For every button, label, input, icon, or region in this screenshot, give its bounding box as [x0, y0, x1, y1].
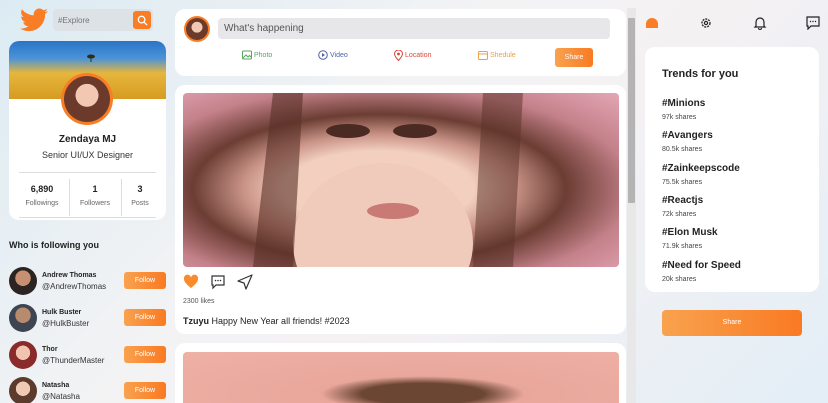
search-box	[53, 9, 153, 31]
trend-tag[interactable]: #Zainkeepscode	[662, 163, 740, 174]
follower-handle: @Natasha	[42, 392, 80, 401]
avatar[interactable]	[9, 304, 37, 332]
search-input[interactable]	[53, 9, 131, 31]
photo-label: Photo	[254, 51, 273, 59]
divider	[19, 217, 156, 218]
profile-name: Zendaya MJ	[58, 134, 117, 145]
trend-count: 75.5k shares	[662, 179, 703, 186]
stat-value: 6,890	[30, 184, 54, 194]
stat-label: Posts	[131, 200, 149, 207]
divider	[19, 172, 156, 173]
home-icon[interactable]	[645, 16, 659, 30]
comment-icon[interactable]	[210, 274, 226, 290]
photo-button[interactable]: Photo	[242, 50, 272, 60]
portrait-illustration	[253, 93, 523, 267]
avatar[interactable]	[9, 267, 37, 295]
send-icon[interactable]	[237, 274, 253, 290]
follow-button[interactable]: Follow	[124, 272, 166, 289]
post-image[interactable]	[183, 352, 619, 403]
schedule-button[interactable]: Shedule	[478, 50, 516, 60]
follower-name: Hulk Buster	[42, 309, 82, 316]
post-text: Happy New Year all friends! #2023	[211, 316, 350, 326]
trend-count: 80.5k shares	[662, 146, 703, 153]
profile-role: Senior UI/UX Designer	[41, 150, 134, 160]
video-button[interactable]: Video	[318, 50, 348, 60]
follower-name: Natasha	[42, 382, 70, 389]
profile-card: Zendaya MJ Senior UI/UX Designer 6,890 F…	[9, 41, 166, 220]
video-icon	[318, 50, 328, 60]
stat-label: Followers	[80, 200, 110, 207]
list-item: Natasha @Natasha Follow	[9, 377, 169, 403]
stat-followers[interactable]: 1 Followers	[70, 184, 120, 207]
avatar[interactable]	[9, 341, 37, 369]
location-icon	[394, 50, 403, 61]
followers-title: Who is following you	[9, 240, 99, 250]
stat-posts[interactable]: 3 Posts	[115, 184, 165, 207]
post-author[interactable]: Tzuyu	[183, 316, 209, 326]
compose-input[interactable]: What's happening	[218, 18, 610, 39]
trend-count: 71.9k shares	[662, 243, 703, 250]
scrollbar[interactable]	[627, 8, 636, 403]
list-item: Andrew Thomas @AndrewThomas Follow	[9, 267, 169, 295]
schedule-label: Shedule	[490, 51, 516, 59]
follower-name: Andrew Thomas	[42, 272, 97, 279]
trends-title: Trends for you	[662, 68, 739, 80]
calendar-icon	[478, 51, 488, 60]
search-icon	[137, 15, 148, 26]
bird-logo-icon[interactable]	[20, 8, 48, 32]
follower-name: Thor	[42, 346, 58, 353]
trend-tag[interactable]: #Minions	[662, 98, 705, 109]
trend-tag[interactable]: #Elon Musk	[662, 227, 718, 238]
tree-icon	[87, 54, 95, 62]
avatar[interactable]	[9, 377, 37, 403]
list-item: Thor @ThunderMaster Follow	[9, 341, 169, 369]
search-button[interactable]	[133, 11, 151, 29]
stat-label: Followings	[25, 200, 59, 207]
stat-followings[interactable]: 6,890 Followings	[17, 184, 67, 207]
trend-tag[interactable]: #Reactjs	[662, 195, 703, 206]
follower-handle: @AndrewThomas	[42, 282, 107, 291]
follow-button[interactable]: Follow	[124, 309, 166, 326]
scrollbar-thumb[interactable]	[628, 18, 635, 203]
bell-icon[interactable]	[753, 16, 767, 30]
follower-handle: @HulkBuster	[42, 319, 90, 328]
stat-value: 3	[137, 184, 143, 194]
post-caption: Tzuyu Happy New Year all friends! #2023	[183, 316, 350, 326]
heart-icon[interactable]	[183, 274, 199, 290]
gear-icon[interactable]	[699, 16, 713, 30]
share-button[interactable]: Share	[555, 48, 593, 67]
trend-count: 20k shares	[662, 276, 697, 283]
share-button[interactable]: Share	[662, 310, 802, 336]
trend-tag[interactable]: #Avangers	[662, 130, 713, 141]
avatar[interactable]	[184, 16, 210, 42]
location-label: Location	[405, 52, 432, 59]
stat-value: 1	[92, 184, 98, 194]
video-label: Video	[330, 51, 348, 59]
profile-avatar[interactable]	[61, 73, 113, 125]
post-image[interactable]	[183, 93, 619, 267]
list-item: Hulk Buster @HulkBuster Follow	[9, 304, 169, 332]
likes-count: 2300 likes	[183, 298, 215, 305]
follower-handle: @ThunderMaster	[42, 356, 105, 365]
trend-tag[interactable]: #Need for Speed	[662, 260, 741, 271]
trend-count: 97k shares	[662, 114, 697, 121]
follow-button[interactable]: Follow	[124, 346, 166, 363]
photo-icon	[242, 50, 252, 60]
location-button[interactable]: Location	[394, 50, 431, 61]
chat-icon[interactable]	[806, 16, 820, 30]
trend-count: 72k shares	[662, 211, 697, 218]
follow-button[interactable]: Follow	[124, 382, 166, 399]
